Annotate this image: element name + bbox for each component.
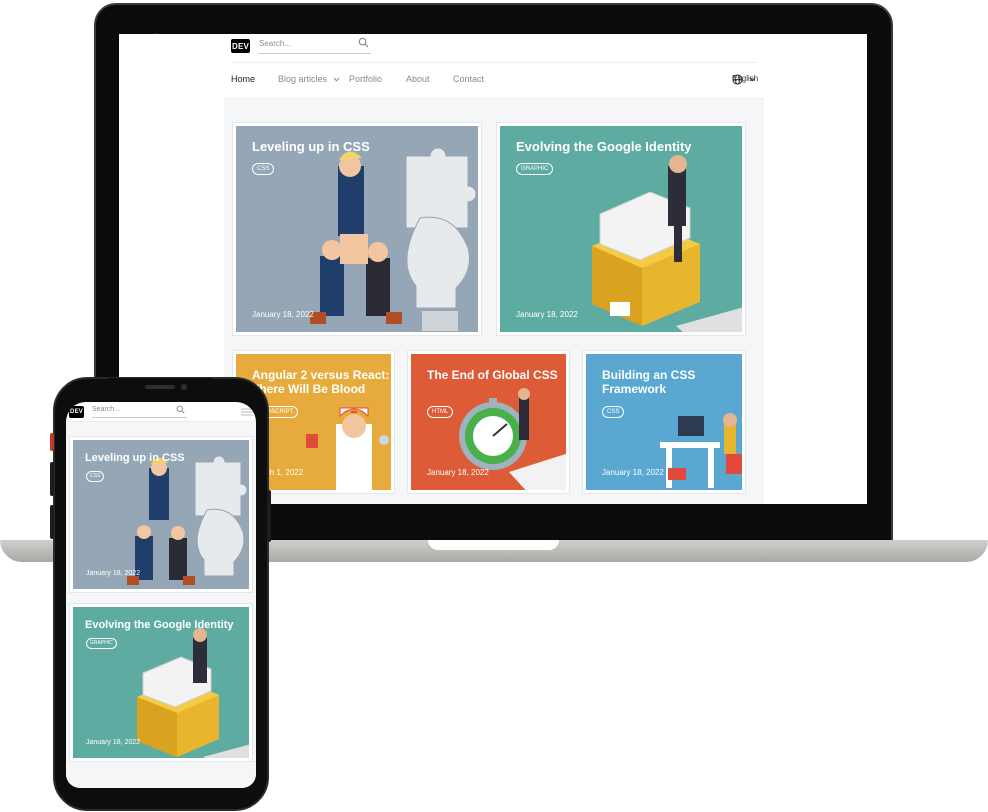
mobile-screen: DEV Search... Leveling up in CSS CSS Jan… bbox=[66, 402, 256, 788]
nav-portfolio[interactable]: Portfolio bbox=[349, 74, 382, 84]
nav-blog-articles[interactable]: Blog articles bbox=[278, 74, 340, 84]
article-card[interactable]: Evolving the Google Identity GRAPHIC Jan… bbox=[497, 123, 745, 335]
card-date: January 18, 2022 bbox=[516, 310, 578, 319]
search-input[interactable]: Search... bbox=[92, 404, 187, 418]
card-tag[interactable]: GRAPHIC bbox=[516, 163, 554, 175]
article-card[interactable]: Building an CSS Framework CSS January 18… bbox=[583, 351, 745, 493]
phone-volume-down bbox=[50, 505, 54, 539]
phone-speaker bbox=[145, 385, 175, 389]
article-card[interactable]: Leveling up in CSS CSS January 18, 2022 bbox=[70, 437, 252, 592]
desktop-header: DEV Search... bbox=[231, 34, 756, 62]
card-date: January 18, 2022 bbox=[252, 310, 314, 319]
phone-camera bbox=[181, 384, 187, 390]
blog-grid: Leveling up in CSS CSS January 18, 2022 … bbox=[224, 99, 764, 504]
card-title[interactable]: Evolving the Google Identity bbox=[516, 139, 692, 154]
card-title[interactable]: Leveling up in CSS bbox=[85, 452, 185, 465]
card-title[interactable]: Evolving the Google Identity bbox=[85, 619, 234, 632]
phone-notch bbox=[108, 378, 212, 402]
card-tag[interactable]: GRAPHIC bbox=[86, 638, 117, 649]
card-date: January 18, 2022 bbox=[602, 468, 664, 477]
language-label: English bbox=[732, 74, 759, 83]
card-title[interactable]: The End of Global CSS bbox=[427, 368, 566, 382]
laptop-opening-notch bbox=[428, 540, 559, 550]
search-placeholder: Search... bbox=[259, 39, 292, 48]
mobile-blog-list: Leveling up in CSS CSS January 18, 2022 … bbox=[66, 422, 256, 788]
language-selector[interactable]: English bbox=[732, 74, 759, 85]
article-card[interactable]: The End of Global CSS HTML January 18, 2… bbox=[408, 351, 569, 493]
search-icon[interactable] bbox=[358, 37, 369, 48]
card-title[interactable]: Leveling up in CSS bbox=[252, 139, 370, 154]
main-nav: Home Blog articles Portfolio About Conta… bbox=[231, 74, 759, 90]
card-tag[interactable]: CSS bbox=[86, 471, 105, 482]
card-tag[interactable]: CSS bbox=[252, 163, 275, 175]
nav-home[interactable]: Home bbox=[231, 74, 255, 84]
box-documents-illustration bbox=[592, 155, 742, 332]
card-tag[interactable]: HTML bbox=[427, 406, 454, 418]
teamwork-puzzle-illustration bbox=[310, 147, 477, 331]
phone-volume-up bbox=[50, 462, 54, 496]
phone-mute-switch bbox=[50, 433, 54, 451]
card-title[interactable]: Angular 2 versus React: There Will Be Bl… bbox=[252, 368, 391, 396]
card-tag[interactable]: CSS bbox=[602, 406, 625, 418]
site-logo[interactable]: DEV bbox=[231, 39, 250, 53]
search-placeholder: Search... bbox=[92, 406, 121, 413]
site-logo[interactable]: DEV bbox=[69, 406, 84, 418]
header-divider bbox=[231, 62, 756, 63]
nav-contact[interactable]: Contact bbox=[453, 74, 484, 84]
search-input[interactable]: Search... bbox=[259, 36, 371, 54]
article-card[interactable]: Leveling up in CSS CSS January 18, 2022 bbox=[233, 123, 481, 335]
card-title[interactable]: Building an CSS Framework bbox=[602, 368, 742, 396]
article-card[interactable]: Evolving the Google Identity GRAPHIC Jan… bbox=[70, 604, 252, 761]
card-date: January 18, 2022 bbox=[86, 570, 141, 577]
phone-power-button bbox=[267, 490, 271, 542]
hamburger-menu-icon[interactable] bbox=[241, 408, 253, 416]
nav-about[interactable]: About bbox=[406, 74, 430, 84]
card-date: January 18, 2022 bbox=[86, 739, 141, 746]
search-icon[interactable] bbox=[176, 405, 185, 414]
chevron-down-icon bbox=[333, 77, 339, 82]
card-date: January 18, 2022 bbox=[427, 468, 489, 477]
nav-blog-label: Blog articles bbox=[278, 74, 328, 84]
